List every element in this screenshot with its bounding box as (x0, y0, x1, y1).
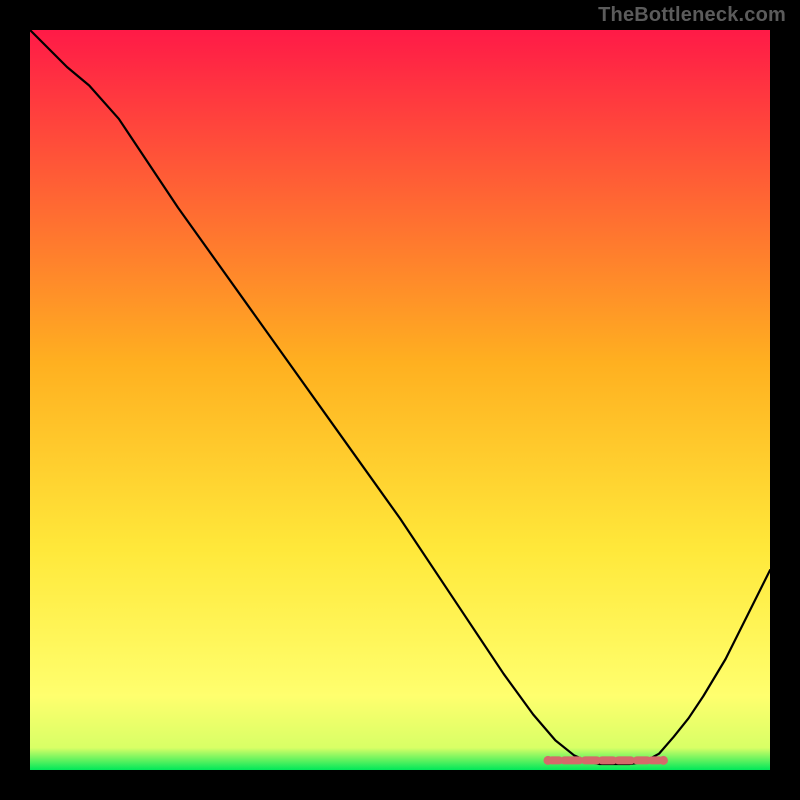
watermark-label: TheBottleneck.com (598, 4, 786, 27)
marker-dot (544, 756, 553, 765)
figure-container: TheBottleneck.com (0, 0, 800, 800)
chart-svg (30, 30, 770, 770)
marker-dot (659, 756, 668, 765)
gradient-background (30, 30, 770, 770)
plot-area (30, 30, 770, 770)
marker-band (544, 756, 668, 765)
